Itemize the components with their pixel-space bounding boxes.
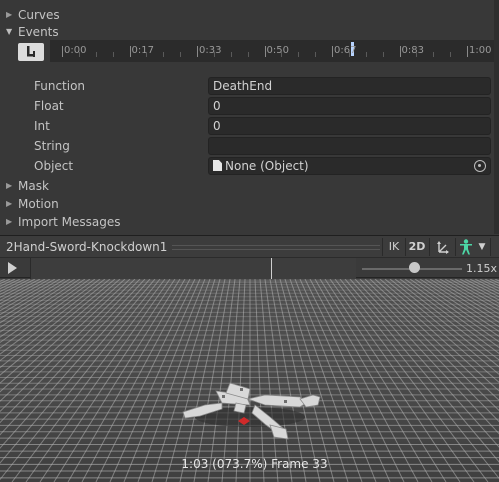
dropdown-icon[interactable]: ▼ <box>476 238 488 256</box>
collapsed-triangle-icon: ▶ <box>6 217 13 226</box>
preview-status-text: 1:03 (073.7%) Frame 33 <box>181 457 328 471</box>
timeline-minor-tick <box>146 52 148 57</box>
avatar-icon <box>460 239 472 255</box>
animation-inspector: ▶ Curves ▼ Events 0:00 0:17 0:33 0:50 0:67 0:83… <box>0 0 499 234</box>
collapsed-triangle-icon: ▶ <box>6 181 13 190</box>
timeline-tick-label: 1:00 <box>469 45 492 56</box>
import-messages-foldout[interactable]: ▶ Import Messages <box>6 213 121 231</box>
import-messages-label: Import Messages <box>18 215 121 229</box>
add-event-button[interactable] <box>18 43 44 61</box>
event-timeline-ruler[interactable]: 0:00 0:17 0:33 0:50 0:67 0:83 1:00 <box>50 40 495 62</box>
object-field[interactable]: None (Object) <box>208 157 491 175</box>
curves-label: Curves <box>18 8 60 22</box>
timeline-tick-label: 0:00 <box>64 45 87 56</box>
timeline-minor-tick <box>180 52 182 57</box>
motion-foldout[interactable]: ▶ Motion <box>6 195 59 213</box>
header-divider <box>429 238 430 256</box>
timeline-minor-tick <box>365 52 367 57</box>
timeline-minor-tick <box>213 52 215 57</box>
motion-label: Motion <box>18 197 59 211</box>
float-label: Float <box>34 99 64 113</box>
float-field[interactable]: 0 <box>208 97 491 115</box>
timeline-minor-tick <box>298 52 300 57</box>
timeline-minor-tick <box>95 52 97 57</box>
preview-header: 2Hand-Sword-Knockdown1 IK 2D ▼ <box>0 235 499 257</box>
object-field-value: None (Object) <box>225 159 309 173</box>
mask-label: Mask <box>18 179 49 193</box>
header-divider <box>382 238 383 256</box>
ik-toggle-button[interactable]: IK <box>384 238 404 256</box>
timeline-minor-tick <box>163 52 165 57</box>
preview-title: 2Hand-Sword-Knockdown1 <box>6 240 168 254</box>
avatar-button[interactable] <box>457 238 475 256</box>
2d-toggle-button[interactable]: 2D <box>406 238 428 256</box>
events-foldout[interactable]: ▼ Events <box>6 23 59 41</box>
timeline-minor-tick <box>450 52 452 57</box>
timeline-minor-tick <box>78 52 80 57</box>
int-label: Int <box>34 119 50 133</box>
timeline-minor-tick <box>433 52 435 57</box>
function-label: Function <box>34 79 86 93</box>
inspector-scrollbar[interactable] <box>494 0 499 234</box>
object-picker-icon[interactable] <box>474 160 486 172</box>
object-file-icon <box>213 160 222 171</box>
timeline-minor-tick <box>112 52 114 57</box>
function-field[interactable]: DeathEnd <box>208 77 491 95</box>
timeline-major-tick <box>332 46 333 57</box>
timeline-major-tick <box>467 46 468 57</box>
timeline-tick-label: 0:17 <box>131 45 154 56</box>
speed-label: 1.15x <box>466 262 498 275</box>
timeline-tick-label: 0:33 <box>199 45 222 56</box>
timeline-minor-tick <box>416 52 418 57</box>
timeline-minor-tick <box>315 52 317 57</box>
preview-viewport[interactable]: 1:03 (073.7%) Frame 33 <box>0 279 499 482</box>
string-field[interactable] <box>208 137 491 155</box>
add-event-icon <box>27 46 35 57</box>
mask-foldout[interactable]: ▶ Mask <box>6 177 49 195</box>
timeline-minor-tick <box>281 52 283 57</box>
events-label: Events <box>18 25 59 39</box>
pivot-icon <box>437 241 449 254</box>
timeline-major-tick <box>129 46 131 57</box>
collapsed-triangle-icon: ▶ <box>6 199 13 208</box>
preview-playbar: 1.15x <box>0 257 499 279</box>
timeline-major-tick <box>197 46 198 57</box>
timeline-major-tick <box>264 46 266 57</box>
object-label: Object <box>34 159 74 173</box>
string-label: String <box>34 139 70 153</box>
speed-slider-knob[interactable] <box>408 262 420 273</box>
pivot-toggle-button[interactable] <box>432 238 454 256</box>
expanded-triangle-icon: ▼ <box>6 27 13 36</box>
timeline-tick-label: 0:83 <box>401 45 424 56</box>
timeline-tick-label: 0:67 <box>334 45 357 56</box>
timeline-minor-tick <box>382 52 384 57</box>
timeline-minor-tick <box>230 52 232 57</box>
int-field[interactable]: 0 <box>208 117 491 135</box>
header-divider <box>490 238 491 256</box>
curves-foldout[interactable]: ▶ Curves <box>6 6 60 24</box>
collapsed-triangle-icon: ▶ <box>6 10 13 19</box>
header-divider <box>455 238 456 256</box>
playhead-cursor[interactable] <box>271 258 272 279</box>
timeline-major-tick <box>62 46 63 57</box>
preview-timeline[interactable] <box>31 258 356 279</box>
play-icon[interactable] <box>8 262 17 274</box>
timeline-major-tick <box>399 46 401 57</box>
timeline-tick-label: 0:50 <box>266 45 289 56</box>
preview-drag-grip[interactable] <box>172 245 380 250</box>
timeline-minor-tick <box>348 52 350 57</box>
character-model <box>182 382 321 440</box>
timeline-minor-tick <box>247 52 249 57</box>
